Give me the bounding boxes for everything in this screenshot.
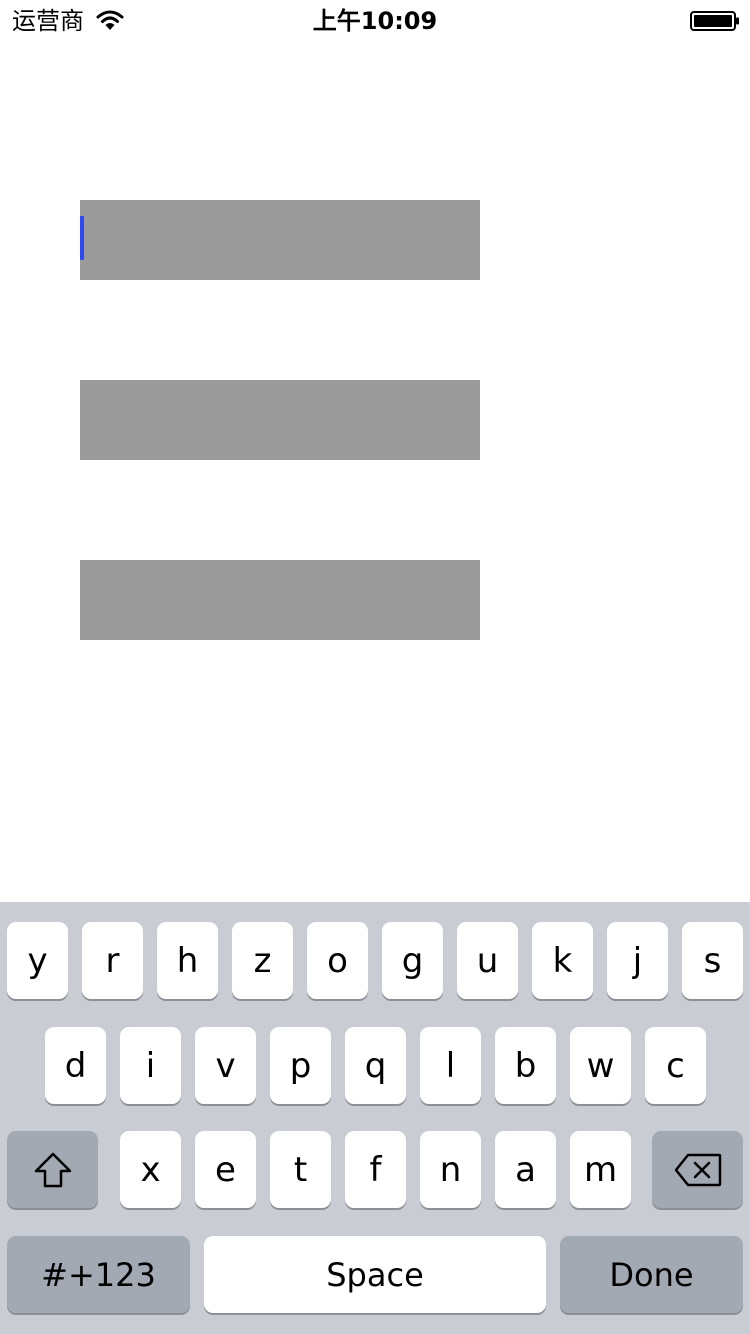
key-k[interactable]: k xyxy=(532,922,593,999)
key-g[interactable]: g xyxy=(382,922,443,999)
key-t[interactable]: t xyxy=(270,1131,331,1208)
key-q[interactable]: q xyxy=(345,1027,406,1104)
space-key[interactable]: Space xyxy=(204,1236,546,1313)
key-p[interactable]: p xyxy=(270,1027,331,1104)
mode-switch-key[interactable]: #+123 xyxy=(7,1236,190,1313)
key-j[interactable]: j xyxy=(607,922,668,999)
key-d[interactable]: d xyxy=(45,1027,106,1104)
status-bar: 运营商 上午10:09 xyxy=(0,0,750,40)
key-o[interactable]: o xyxy=(307,922,368,999)
backspace-icon xyxy=(674,1153,722,1187)
key-r[interactable]: r xyxy=(82,922,143,999)
key-v[interactable]: v xyxy=(195,1027,256,1104)
key-l[interactable]: l xyxy=(420,1027,481,1104)
done-key[interactable]: Done xyxy=(560,1236,743,1313)
key-e[interactable]: e xyxy=(195,1131,256,1208)
keyboard: y r h z o g u k j s d i v p q l b w c x … xyxy=(0,902,750,1334)
text-field-1[interactable] xyxy=(80,200,480,280)
text-field-2[interactable] xyxy=(80,380,480,460)
key-b[interactable]: b xyxy=(495,1027,556,1104)
key-y[interactable]: y xyxy=(7,922,68,999)
key-u[interactable]: u xyxy=(457,922,518,999)
key-w[interactable]: w xyxy=(570,1027,631,1104)
text-field-3[interactable] xyxy=(80,560,480,640)
shift-key[interactable] xyxy=(7,1131,98,1208)
key-x[interactable]: x xyxy=(120,1131,181,1208)
key-a[interactable]: a xyxy=(495,1131,556,1208)
key-c[interactable]: c xyxy=(645,1027,706,1104)
delete-key[interactable] xyxy=(652,1131,743,1208)
text-cursor xyxy=(80,216,84,260)
key-h[interactable]: h xyxy=(157,922,218,999)
key-m[interactable]: m xyxy=(570,1131,631,1208)
shift-arrow-icon xyxy=(33,1151,73,1189)
key-s[interactable]: s xyxy=(682,922,743,999)
status-time: 上午10:09 xyxy=(312,7,438,35)
key-i[interactable]: i xyxy=(120,1027,181,1104)
key-f[interactable]: f xyxy=(345,1131,406,1208)
key-n[interactable]: n xyxy=(420,1131,481,1208)
battery-full-icon xyxy=(690,11,740,31)
key-z[interactable]: z xyxy=(232,922,293,999)
